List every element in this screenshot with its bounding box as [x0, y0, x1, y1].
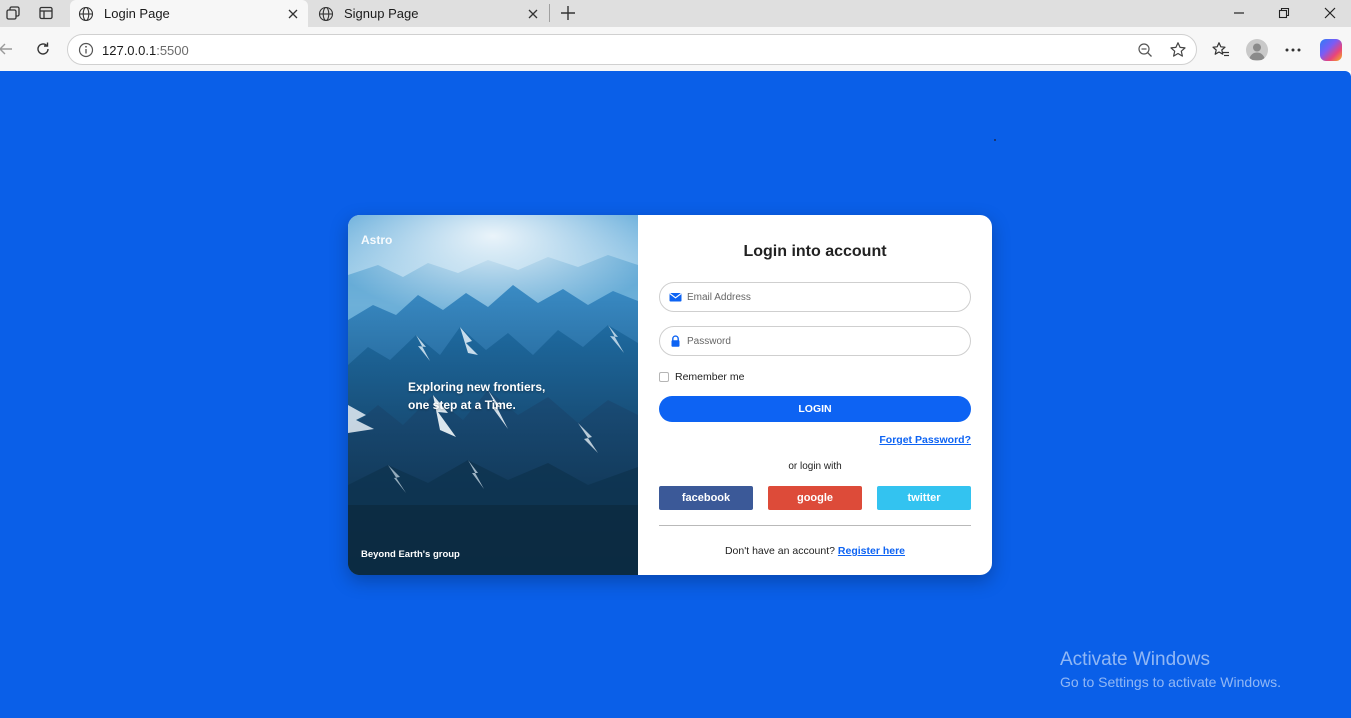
register-link[interactable]: Register here — [838, 545, 905, 557]
remember-me-checkbox[interactable] — [659, 372, 669, 382]
new-tab-icon[interactable] — [558, 3, 578, 23]
zoom-out-icon[interactable] — [1137, 42, 1153, 58]
lock-icon — [671, 335, 680, 347]
twitter-button[interactable]: twitter — [877, 486, 971, 510]
password-field[interactable] — [659, 326, 971, 356]
refresh-icon[interactable] — [33, 39, 53, 59]
forgot-password-link[interactable]: Forget Password? — [879, 434, 971, 446]
email-field[interactable] — [659, 282, 971, 312]
profile-avatar[interactable] — [1246, 39, 1268, 61]
tab-login-page[interactable]: Login Page — [70, 0, 308, 27]
login-card: Astro Exploring new frontiers, one step … — [348, 215, 992, 575]
login-form-panel: Login into account Remember me LOGIN For… — [638, 215, 992, 575]
close-window-icon[interactable] — [1320, 3, 1340, 23]
url-text: 127.0.0.1:5500 — [102, 43, 189, 58]
watermark-title: Activate Windows — [1060, 649, 1210, 670]
address-toolbar: 127.0.0.1:5500 — [0, 27, 1351, 71]
workspaces-icon[interactable] — [4, 4, 22, 22]
facebook-button[interactable]: facebook — [659, 486, 753, 510]
background-speck — [994, 139, 996, 141]
hero-panel: Astro Exploring new frontiers, one step … — [348, 215, 638, 575]
copilot-icon[interactable] — [1320, 39, 1342, 61]
tab-bar: Login Page Signup Page — [0, 0, 1351, 27]
back-arrow-icon[interactable] — [0, 39, 16, 59]
tab-signup-page[interactable]: Signup Page — [310, 0, 548, 27]
divider — [659, 525, 971, 526]
tab-separator — [549, 4, 550, 22]
close-tab-icon[interactable] — [286, 7, 300, 21]
envelope-icon — [669, 293, 682, 302]
email-input[interactable] — [687, 287, 957, 307]
remember-me-label: Remember me — [675, 371, 745, 383]
brand-name: Astro — [361, 233, 393, 247]
watermark-subtitle: Go to Settings to activate Windows. — [1060, 674, 1281, 690]
favorites-icon[interactable] — [1211, 40, 1231, 60]
globe-icon — [78, 6, 94, 21]
hero-group-label: Beyond Earth's group — [361, 549, 460, 560]
hero-tagline: Exploring new frontiers, one step at a T… — [408, 380, 546, 412]
activate-windows-watermark: Activate Windows Go to Settings to activ… — [1060, 649, 1281, 690]
register-prompt: Don't have an account? Register here — [724, 545, 906, 557]
tab-title: Signup Page — [344, 6, 419, 21]
page-viewport: Astro Exploring new frontiers, one step … — [0, 71, 1351, 718]
remember-me[interactable]: Remember me — [659, 371, 744, 383]
minimize-icon[interactable] — [1229, 3, 1249, 23]
or-login-with-text: or login with — [788, 461, 842, 472]
tab-title: Login Page — [104, 6, 170, 21]
restore-icon[interactable] — [1274, 3, 1294, 23]
google-button[interactable]: google — [768, 486, 862, 510]
close-tab-icon[interactable] — [526, 7, 540, 21]
password-input[interactable] — [687, 331, 957, 351]
site-info-icon[interactable] — [78, 42, 94, 58]
address-bar[interactable]: 127.0.0.1:5500 — [67, 34, 1197, 65]
favorite-star-icon[interactable] — [1169, 41, 1187, 59]
tab-actions-icon[interactable] — [37, 4, 55, 22]
globe-icon — [318, 6, 334, 21]
more-options-icon[interactable] — [1283, 40, 1303, 60]
login-button[interactable]: LOGIN — [659, 396, 971, 422]
form-heading: Login into account — [743, 243, 887, 260]
